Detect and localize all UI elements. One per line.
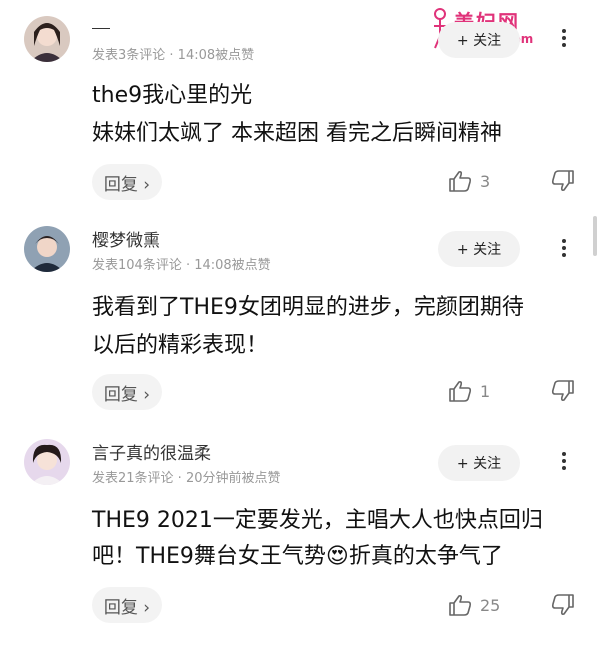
thumbs-up-icon xyxy=(449,171,472,192)
follow-button[interactable]: + 关注 xyxy=(438,22,520,58)
thumbs-down-icon xyxy=(551,380,574,401)
dislike-button[interactable] xyxy=(551,380,575,406)
comment-text-line: 吧！THE9舞台女王气势😍折真的太争气了 xyxy=(92,544,503,569)
username-placeholder-line xyxy=(92,28,110,29)
comment-text-line: 以后的精彩表现！ xyxy=(92,333,269,358)
reply-button[interactable]: 回复 › xyxy=(92,587,162,623)
reply-button[interactable]: 回复 › xyxy=(92,374,162,410)
more-options-button[interactable] xyxy=(556,236,572,262)
follow-button[interactable]: + 关注 xyxy=(438,445,520,481)
comment-text-line: 我看到了THE9女团明显的进步，完颜团期待 xyxy=(92,295,524,320)
avatar[interactable] xyxy=(24,226,70,272)
thumbs-down-icon xyxy=(551,594,574,615)
comment-meta: 发表21条评论 · 20分钟前被点赞 xyxy=(92,471,281,486)
avatar[interactable] xyxy=(24,16,70,62)
reply-button[interactable]: 回复 › xyxy=(92,164,162,200)
comment-item: 樱梦微熏 发表104条评论 · 14:08被点赞 + 关注 我看到了THE9女团… xyxy=(0,210,600,425)
more-options-button[interactable] xyxy=(556,449,572,475)
thumbs-down-icon xyxy=(551,170,574,191)
username[interactable]: 言子真的很温柔 xyxy=(92,439,211,464)
follow-button[interactable]: + 关注 xyxy=(438,231,520,267)
comment-meta: 发表104条评论 · 14:08被点赞 xyxy=(92,258,271,273)
comment-text-line: 妹妹们太飒了 本来超困 看完之后瞬间精神 xyxy=(92,121,502,146)
dislike-button[interactable] xyxy=(551,170,575,196)
thumbs-up-icon xyxy=(449,381,472,402)
more-options-button[interactable] xyxy=(556,26,572,52)
comment-item: 发表3条评论 · 14:08被点赞 + 关注 the9我心里的光 妹妹们太飒了 … xyxy=(0,0,600,210)
comment-meta: 发表3条评论 · 14:08被点赞 xyxy=(92,48,255,63)
dislike-button[interactable] xyxy=(551,594,575,620)
scrollbar[interactable] xyxy=(593,216,597,256)
like-count: 1 xyxy=(480,381,491,401)
avatar[interactable] xyxy=(24,439,70,485)
comment-text-line: the9我心里的光 xyxy=(92,83,253,108)
comment-text-line: THE9 2021一定要发光，主唱大人也快点回归 xyxy=(92,508,543,533)
comment-item: 言子真的很温柔 发表21条评论 · 20分钟前被点赞 + 关注 THE9 202… xyxy=(0,425,600,650)
like-button[interactable]: 1 xyxy=(448,380,490,402)
like-count: 25 xyxy=(480,595,501,615)
username[interactable]: 樱梦微熏 xyxy=(92,226,160,251)
like-count: 3 xyxy=(480,171,491,191)
like-button[interactable]: 25 xyxy=(448,594,500,616)
thumbs-up-icon xyxy=(449,595,472,616)
like-button[interactable]: 3 xyxy=(448,170,490,192)
